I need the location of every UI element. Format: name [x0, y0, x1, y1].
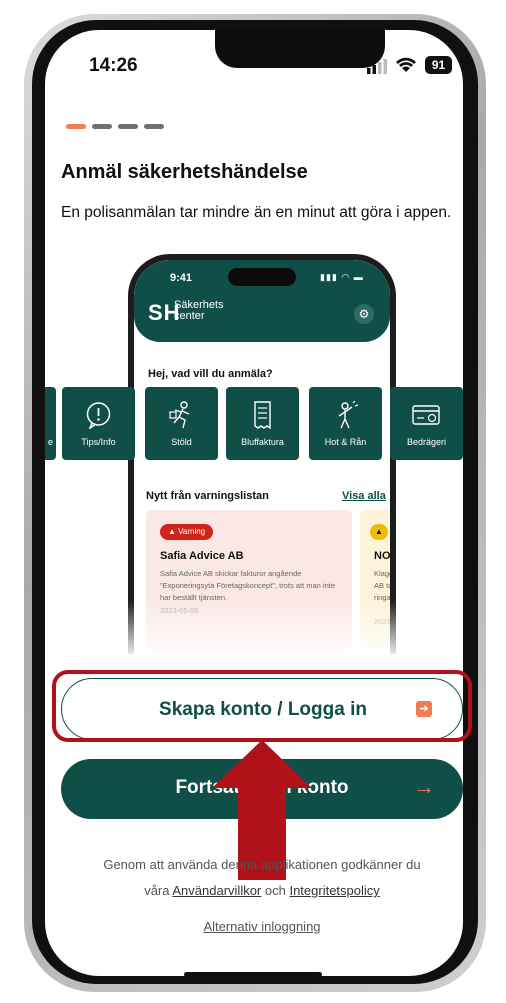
tile-label: Bluffaktura [241, 437, 284, 447]
warning-title-2: NOI [374, 550, 390, 562]
threat-person-icon [338, 401, 359, 429]
tile-label: e [47, 437, 53, 447]
legal-and: och [261, 883, 290, 898]
running-thief-icon [169, 401, 190, 429]
legal-line-2: våra Användarvillkor och Integritetspoli… [61, 878, 463, 904]
preview-fade [128, 600, 396, 660]
preview-status-icons: ▮▮▮ ◠ ▬ [320, 272, 364, 282]
alternative-login-link[interactable]: Alternativ inloggning [61, 919, 463, 934]
preview-view-all-link: Visa alla [342, 490, 386, 502]
warning-triangle-icon: ▲ [370, 524, 388, 540]
home-indicator [184, 972, 322, 977]
warning-badge-label: Varning [178, 527, 206, 536]
preview-question: Hej, vad vill du anmäla? [148, 368, 273, 380]
status-icons: 91 [365, 54, 455, 78]
dynamic-island [215, 30, 385, 68]
tile-label: Tips/Info [81, 437, 116, 447]
legal-middle-prefix: våra [144, 883, 173, 898]
onboarding-title: Anmäl säkerhetshändelse [61, 161, 308, 183]
tile-partial-left: e [45, 387, 56, 460]
speech-bubble-exclamation-icon [86, 402, 111, 429]
settings-gear-icon: ⚙ [354, 304, 374, 324]
warning-body: Safia Advice AB skickar fakturor angåend… [160, 569, 335, 602]
warning-title: Safia Advice AB [160, 550, 244, 562]
tile-stold: Stöld [145, 387, 218, 460]
highlight-box [52, 670, 472, 742]
status-time: 14:26 [89, 55, 138, 76]
tile-label: Bedrägeri [406, 437, 447, 447]
tile-hot-ran: Hot & Rån [309, 387, 382, 460]
preview-island [228, 268, 296, 286]
tile-label: Hot & Rån [324, 437, 367, 447]
tile-tips-info: Tips/Info [62, 387, 135, 460]
credit-card-icon [412, 405, 440, 425]
brand-line-2: center [174, 310, 205, 322]
arrow-right-icon: → [413, 774, 435, 799]
signal-icon [367, 59, 387, 74]
wifi-icon [396, 57, 416, 72]
onboarding-subtitle: En polisanmälan tar mindre än en minut a… [61, 204, 452, 221]
preview-news-title: Nytt från varningslistan [146, 490, 269, 502]
app-preview-header: 9:41 ▮▮▮ ◠ ▬ SH Säkerhets center ⚙ [134, 260, 390, 342]
warning-body-2-line: AB ta [374, 581, 390, 590]
legal-text: Genom att använda denna applikationen go… [61, 852, 463, 904]
battery-icon: 91 [425, 56, 452, 74]
terms-link[interactable]: Användarvillkor [172, 883, 261, 898]
page-dot-active [66, 124, 86, 129]
tile-bluffaktura: Bluffaktura [226, 387, 299, 460]
privacy-link[interactable]: Integritetspolicy [289, 883, 379, 898]
invoice-icon [254, 401, 271, 429]
brand-name: Säkerhets center [174, 300, 224, 322]
warning-badge: ▲ Varning [160, 524, 214, 540]
tile-label: Stöld [171, 437, 192, 447]
page-dot [92, 124, 112, 129]
warning-triangle-icon: ▲ [168, 527, 179, 536]
tile-bedrageri: Bedrägeri [390, 387, 463, 460]
page-dot [144, 124, 164, 129]
warning-body-2-line: Klago [374, 569, 390, 578]
category-tiles: e Tips/Info Stöld Bluffaktura Hot & Rån … [45, 387, 463, 461]
page-indicator [66, 124, 166, 129]
page-dot [118, 124, 138, 129]
legal-line-1: Genom att använda denna applikationen go… [103, 857, 421, 872]
preview-time: 9:41 [170, 272, 193, 284]
